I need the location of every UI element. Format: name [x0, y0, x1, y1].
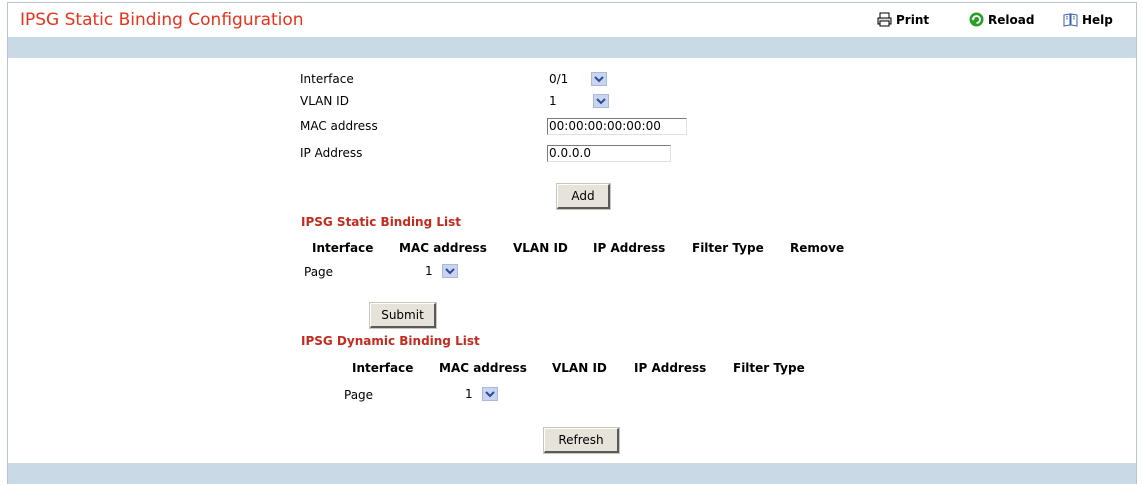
footer-bar: [8, 463, 1136, 484]
help-label: Help: [1082, 12, 1113, 27]
ip-address-label: IP Address: [300, 146, 363, 160]
ip-address-input[interactable]: 0.0.0.0: [547, 145, 671, 162]
static-col-filter-type: Filter Type: [692, 241, 764, 255]
mac-address-input[interactable]: 00:00:00:00:00:00: [547, 118, 687, 135]
print-label: Print: [896, 12, 930, 27]
static-page-select[interactable]: 1: [423, 262, 468, 280]
submit-button[interactable]: Submit: [369, 302, 437, 329]
reload-button[interactable]: Reload: [969, 12, 1034, 27]
printer-icon: [877, 12, 892, 27]
chevron-down-icon: [442, 264, 458, 278]
print-button[interactable]: Print: [877, 12, 929, 27]
page-frame: IPSG Static Binding Configuration Print: [7, 2, 1137, 484]
interface-select[interactable]: 0/1: [547, 70, 617, 88]
chevron-down-icon: [593, 94, 609, 108]
dynamic-col-filter-type: Filter Type: [733, 361, 805, 375]
chevron-down-icon: [591, 72, 607, 86]
refresh-button[interactable]: Refresh: [543, 427, 620, 454]
static-page-select-value: 1: [425, 264, 433, 278]
dynamic-col-vlan-id: VLAN ID: [552, 361, 607, 375]
reload-label: Reload: [988, 12, 1035, 27]
page-title: IPSG Static Binding Configuration: [20, 10, 304, 30]
interface-label: Interface: [300, 72, 354, 86]
dynamic-page-select-value: 1: [465, 387, 473, 401]
help-button[interactable]: Help: [1063, 12, 1113, 27]
vlan-id-select[interactable]: 1: [547, 92, 617, 110]
header-bar: [8, 37, 1136, 58]
dynamic-page-select[interactable]: 1: [463, 385, 508, 403]
help-book-icon: [1063, 12, 1078, 27]
static-col-interface: Interface: [312, 241, 374, 255]
mac-address-label: MAC address: [300, 119, 378, 133]
dynamic-col-ip-address: IP Address: [634, 361, 707, 375]
dynamic-col-interface: Interface: [352, 361, 414, 375]
static-col-ip-address: IP Address: [593, 241, 666, 255]
vlan-id-label: VLAN ID: [300, 94, 349, 108]
static-col-vlan-id: VLAN ID: [513, 241, 568, 255]
dynamic-binding-list-title: IPSG Dynamic Binding List: [301, 334, 480, 348]
static-page-label: Page: [304, 265, 334, 279]
reload-icon: [969, 12, 984, 27]
add-button[interactable]: Add: [556, 183, 611, 210]
static-col-remove: Remove: [790, 241, 845, 255]
dynamic-col-mac-address: MAC address: [439, 361, 527, 375]
vlan-id-select-value: 1: [549, 94, 557, 108]
static-binding-list-title: IPSG Static Binding List: [301, 215, 462, 229]
interface-select-value: 0/1: [549, 72, 569, 86]
chevron-down-icon: [482, 387, 498, 401]
static-col-mac-address: MAC address: [399, 241, 487, 255]
dynamic-page-label: Page: [344, 388, 374, 402]
